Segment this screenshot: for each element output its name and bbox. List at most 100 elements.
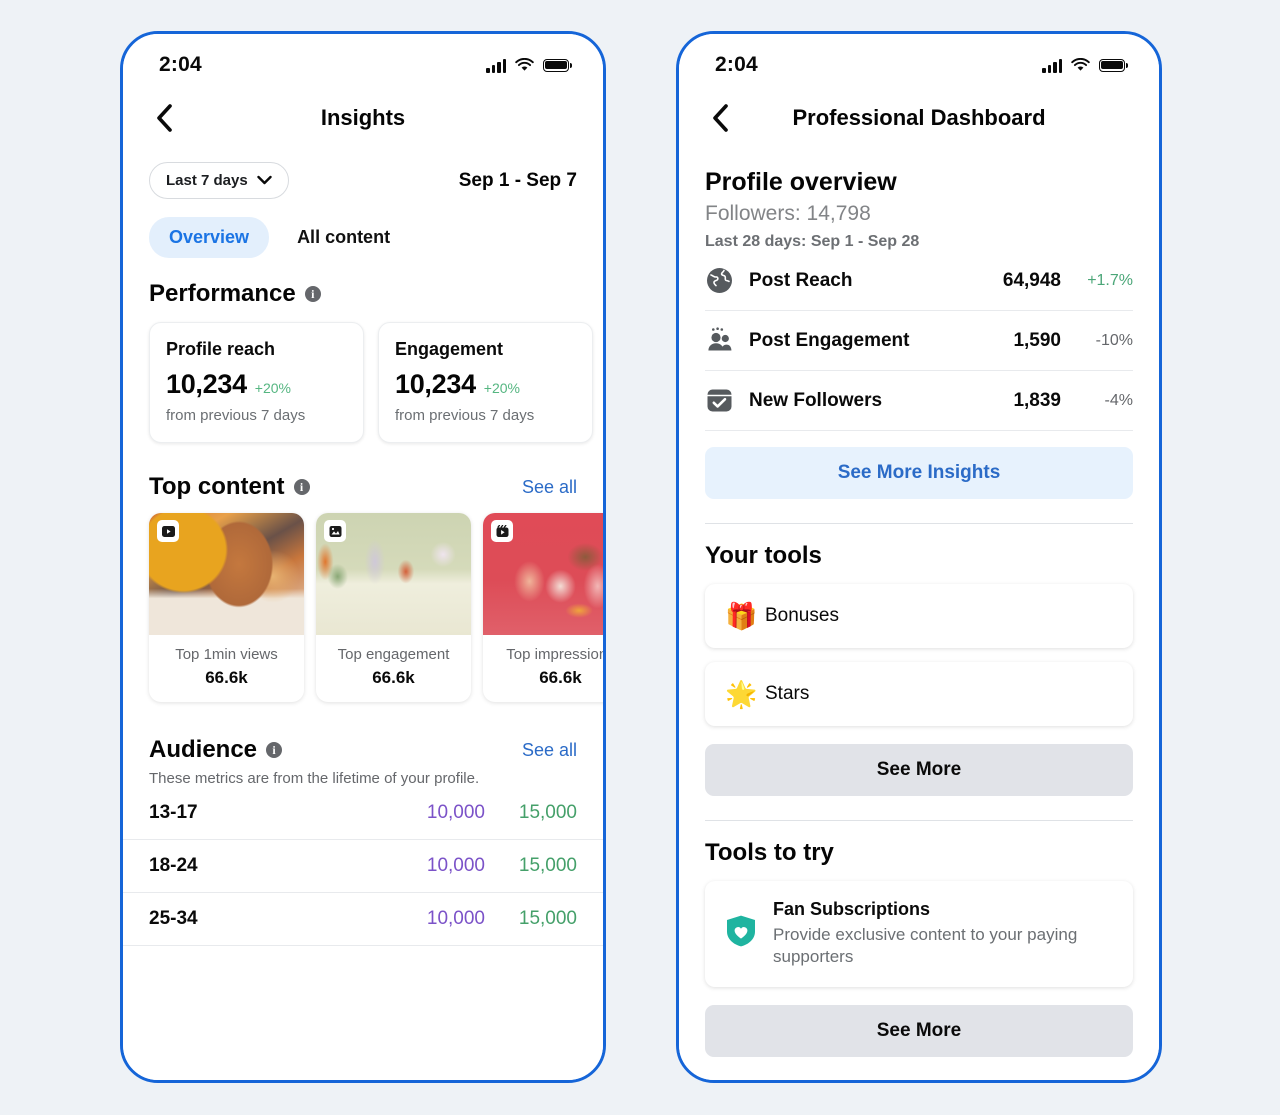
thumbnail-value: 66.6k: [205, 668, 248, 687]
tools-to-try-title: Tools to try: [705, 839, 834, 866]
table-row: 25-34 10,000 15,000: [123, 893, 603, 946]
your-tools-title: Your tools: [705, 542, 822, 569]
audience-title: Audience: [149, 736, 258, 763]
gift-icon: 🎁: [725, 601, 758, 631]
tab-overview[interactable]: Overview: [149, 217, 270, 258]
performance-header: Performance i: [123, 258, 603, 308]
star-icon: 🌟: [725, 679, 758, 709]
info-icon[interactable]: i: [304, 286, 321, 302]
metric-row-post-engagement[interactable]: Post Engagement 1,590 -10%: [705, 311, 1133, 371]
metric-row-new-followers[interactable]: New Followers 1,839 -4%: [705, 371, 1133, 431]
performance-card[interactable]: Profile reach 10,234 +20% from previous …: [149, 322, 364, 443]
metric-row-post-reach[interactable]: Post Reach 64,948 +1.7%: [705, 251, 1133, 311]
back-chevron-icon[interactable]: [149, 103, 179, 133]
photo-play-icon: [324, 520, 346, 542]
info-icon[interactable]: i: [293, 479, 310, 495]
audience-age-range: 13-17: [149, 802, 198, 823]
followers-count: Followers: 14,798: [705, 202, 871, 225]
performance-card-subtext: from previous 7 days: [395, 407, 535, 424]
page-title: Insights: [320, 105, 406, 130]
top-content-see-all-link[interactable]: See all: [522, 477, 577, 498]
status-bar: 2:04: [679, 34, 1159, 90]
audience-title-group: Audience i: [149, 736, 283, 764]
performance-card-value-row: 10,234 +20%: [166, 369, 347, 400]
tool-item-stars[interactable]: 🌟 Stars: [705, 662, 1133, 726]
your-tools-section: Your tools 🎁 Bonuses 🌟 Stars See More: [679, 542, 1159, 796]
audience-age-range: 25-34: [149, 908, 198, 929]
status-bar-icons: [486, 57, 573, 73]
audience-value-a: 10,000: [426, 802, 485, 823]
performance-card-delta: +20%: [483, 380, 520, 396]
screenshot-canvas: 2:04 Insights Last 7 days Sep 1 - Sep 7 …: [0, 0, 1280, 1115]
reels-icon: [491, 520, 513, 542]
wifi-icon: [1071, 57, 1090, 72]
phone-mockup-insights: 2:04 Insights Last 7 days Sep 1 - Sep 7 …: [120, 31, 606, 1083]
status-bar: 2:04: [123, 34, 603, 90]
thumbnail-value: 66.6k: [539, 668, 582, 687]
thumbnail-meta: Top 1min views 66.6k: [149, 635, 304, 702]
thumbnail-meta: Top impressions 66.6k: [483, 635, 603, 702]
your-tools-see-more-button[interactable]: See More: [705, 744, 1133, 796]
thumbnail-label: Top 1min views: [175, 646, 278, 663]
tool-item-bonuses[interactable]: 🎁 Bonuses: [705, 584, 1133, 648]
tools-to-try-see-more-button[interactable]: See More: [705, 1004, 1133, 1057]
audience-see-all-link[interactable]: See all: [522, 740, 577, 761]
back-chevron-icon[interactable]: [705, 103, 735, 133]
signal-bars-icon: [1042, 58, 1062, 73]
status-bar-time: 2:04: [159, 53, 202, 76]
audience-value-a: 10,000: [426, 908, 485, 929]
top-content-item[interactable]: Top engagement 66.6k: [316, 513, 471, 702]
performance-card-value: 10,234: [166, 369, 247, 399]
metric-delta: -10%: [1095, 331, 1133, 349]
navigation-bar: Insights: [123, 90, 603, 146]
status-bar-time: 2:04: [715, 53, 758, 76]
performance-card-subtext: from previous 7 days: [166, 407, 306, 424]
info-icon[interactable]: i: [266, 742, 283, 758]
date-range-label: Last 7 days: [166, 172, 248, 189]
audience-value-b: 15,000: [518, 802, 577, 823]
chevron-down-icon: [257, 172, 272, 189]
section-divider: [705, 523, 1133, 524]
thumbnail-image: [483, 513, 603, 635]
audience-header: Audience i See all: [123, 702, 603, 764]
people-icon: [705, 326, 734, 355]
metric-value: 1,590: [1013, 329, 1061, 351]
performance-title: Performance: [149, 280, 296, 307]
tool-item-label: Bonuses: [765, 605, 839, 626]
top-content-title-group: Top content i: [149, 473, 310, 501]
wifi-icon: [515, 57, 534, 72]
profile-overview-title: Profile overview: [705, 168, 897, 196]
performance-card-delta: +20%: [254, 380, 291, 396]
metric-value: 64,948: [1002, 269, 1061, 291]
top-content-item[interactable]: Top impressions 66.6k: [483, 513, 603, 702]
tab-all-content[interactable]: All content: [277, 217, 410, 258]
top-content-item[interactable]: Top 1min views 66.6k: [149, 513, 304, 702]
performance-card-strip[interactable]: Profile reach 10,234 +20% from previous …: [123, 308, 603, 443]
status-bar-icons: [1042, 57, 1129, 73]
page-title: Professional Dashboard: [792, 105, 1046, 130]
metric-name: Post Engagement: [749, 329, 910, 351]
thumbnail-image: [316, 513, 471, 635]
professional-dashboard-screen: 2:04 Professional Dashboard Profile over…: [679, 34, 1159, 1080]
thumbnail-value: 66.6k: [372, 668, 415, 687]
tools-to-try-section: Tools to try Fan Subscriptions Provide e…: [679, 839, 1159, 1057]
metric-name: Post Reach: [749, 269, 853, 291]
date-range-selector[interactable]: Last 7 days: [149, 162, 289, 199]
date-range-row: Last 7 days Sep 1 - Sep 7: [123, 146, 603, 199]
tool-try-item-fan-subscriptions[interactable]: Fan Subscriptions Provide exclusive cont…: [705, 881, 1133, 987]
thumbnail-label: Top engagement: [337, 646, 450, 663]
period-label: Last 28 days: Sep 1 - Sep 28: [705, 233, 920, 250]
table-row: 13-17 10,000 15,000: [123, 787, 603, 840]
top-content-title: Top content: [149, 473, 285, 500]
see-more-insights-button[interactable]: See More Insights: [705, 447, 1133, 499]
profile-overview-section: Profile overview Followers: 14,798 Last …: [679, 168, 1159, 499]
top-content-thumbnails[interactable]: Top 1min views 66.6k Top engagement 66.6…: [123, 501, 603, 702]
thumbnail-label: Top impressions: [506, 646, 603, 663]
performance-card-label: Engagement: [395, 339, 504, 359]
battery-icon: [543, 58, 573, 72]
tool-try-text: Fan Subscriptions Provide exclusive cont…: [773, 899, 1113, 969]
date-range-text: Sep 1 - Sep 7: [458, 169, 577, 191]
metric-value: 1,839: [1013, 389, 1061, 411]
metric-delta: -4%: [1104, 391, 1133, 409]
performance-card[interactable]: Engagement 10,234 +20% from previous 7 d…: [378, 322, 593, 443]
